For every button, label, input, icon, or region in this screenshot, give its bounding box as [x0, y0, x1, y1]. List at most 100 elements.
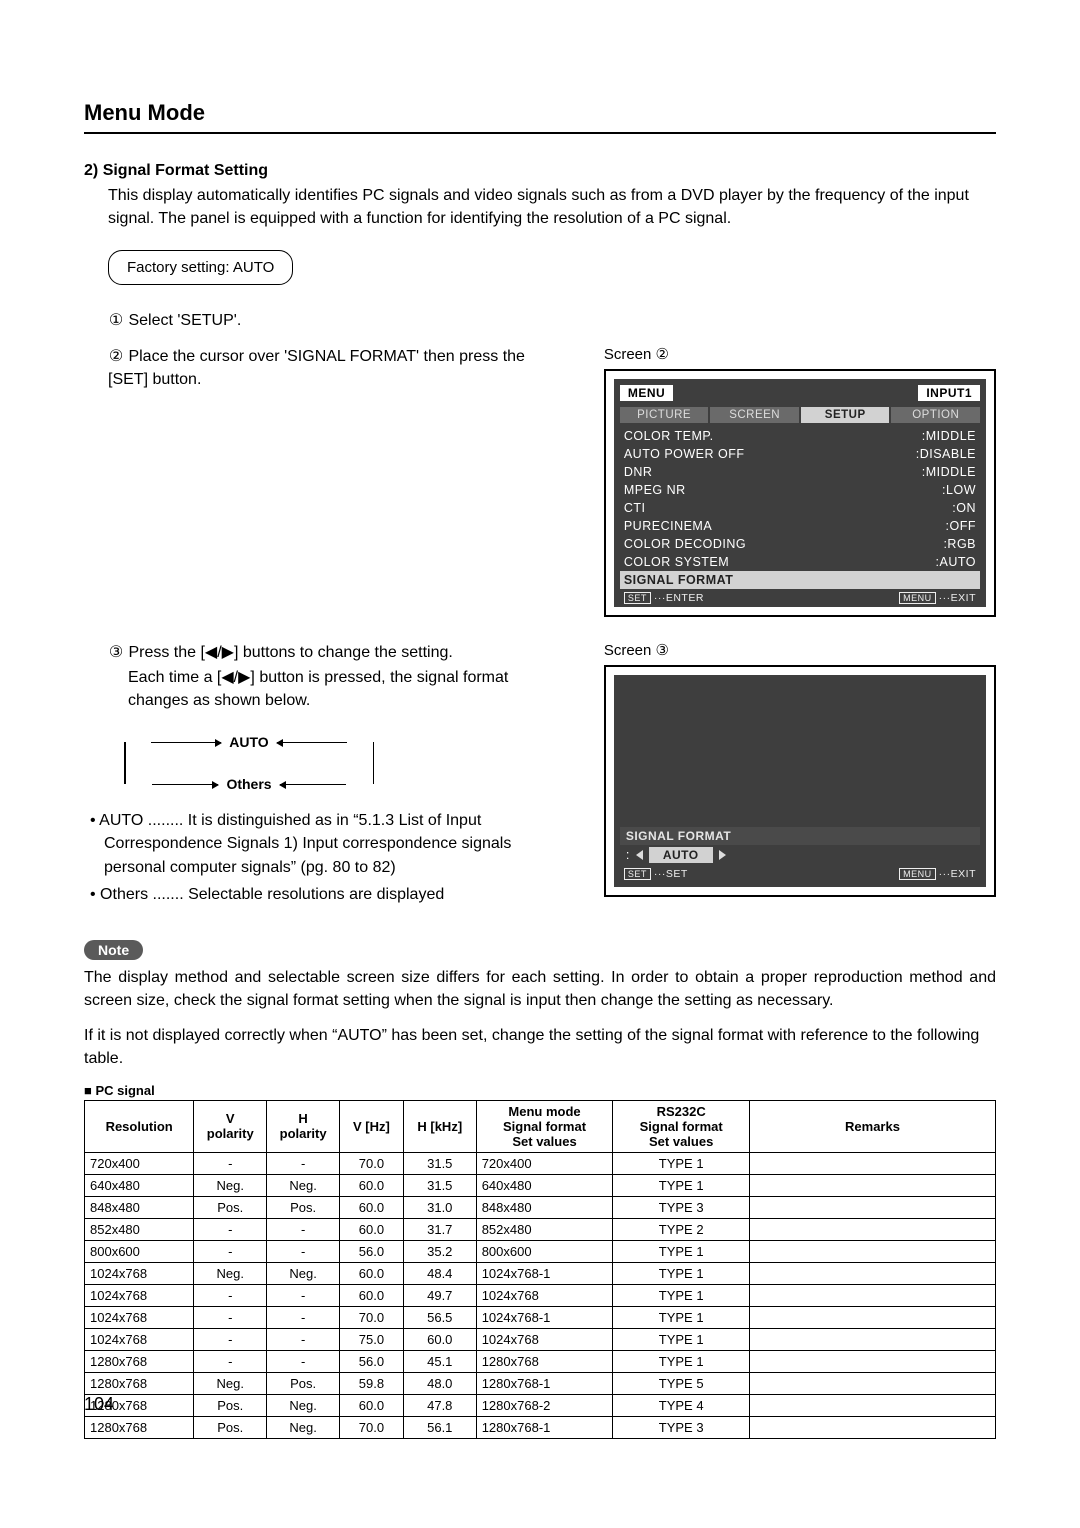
- osd-tab-screen: SCREEN: [710, 407, 799, 423]
- table-cell: -: [267, 1240, 340, 1262]
- table-cell: 852x480: [85, 1218, 194, 1240]
- th-resolution: Resolution: [85, 1100, 194, 1152]
- table-cell: [749, 1152, 995, 1174]
- table-cell: Pos.: [194, 1196, 267, 1218]
- osd-row-key: MPEG NR: [624, 483, 686, 497]
- table-cell: 1024x768: [85, 1328, 194, 1350]
- th-hpolarity: Hpolarity: [267, 1100, 340, 1152]
- others-label: Others: [100, 886, 148, 903]
- table-cell: 60.0: [340, 1394, 404, 1416]
- table-cell: 60.0: [340, 1196, 404, 1218]
- table-cell: [749, 1240, 995, 1262]
- table-cell: [749, 1372, 995, 1394]
- osd-row-val: :LOW: [942, 483, 976, 497]
- osd-row-key: CTI: [624, 501, 646, 515]
- th-menu: Menu modeSignal formatSet values: [476, 1100, 613, 1152]
- note-pill: Note: [84, 940, 143, 960]
- table-cell: -: [267, 1306, 340, 1328]
- table-cell: Neg.: [194, 1174, 267, 1196]
- osd-screen-2: MENU INPUT1 PICTURE SCREEN SETUP OPTION …: [604, 369, 996, 617]
- table-cell: 1024x768: [476, 1284, 613, 1306]
- table-cell: 48.4: [403, 1262, 476, 1284]
- note-p1: The display method and selectable screen…: [84, 966, 996, 1012]
- table-cell: [749, 1350, 995, 1372]
- table-cell: 1024x768-1: [476, 1262, 613, 1284]
- osd-tab-picture: PICTURE: [620, 407, 709, 423]
- section-heading: 2) Signal Format Setting: [84, 162, 996, 180]
- cycle-others-label: Others: [226, 776, 271, 792]
- table-cell: -: [194, 1240, 267, 1262]
- table-cell: 1280x768: [85, 1416, 194, 1438]
- osd-row-key: COLOR SYSTEM: [624, 555, 729, 569]
- triangle-right-icon: [719, 850, 726, 860]
- circled-3-icon: ③: [108, 641, 124, 664]
- osd-foot-right: MENU···EXIT: [899, 592, 976, 604]
- table-cell: 59.8: [340, 1372, 404, 1394]
- osd3-foot-left: SET···SET: [624, 868, 688, 880]
- osd-screen-3: SIGNAL FORMAT : AUTO SET···SET MENU···EX…: [604, 665, 996, 897]
- table-cell: -: [194, 1152, 267, 1174]
- table-cell: TYPE 1: [613, 1284, 750, 1306]
- section-number: 2): [84, 162, 98, 179]
- osd-tab-option: OPTION: [891, 407, 980, 423]
- osd-tabs: PICTURE SCREEN SETUP OPTION: [620, 407, 980, 423]
- note-p2: If it is not displayed correctly when “A…: [84, 1024, 996, 1070]
- table-cell: 31.5: [403, 1174, 476, 1196]
- table-cell: TYPE 1: [613, 1174, 750, 1196]
- th-vpolarity: Vpolarity: [194, 1100, 267, 1152]
- osd-row-key: COLOR DECODING: [624, 537, 746, 551]
- table-cell: -: [267, 1350, 340, 1372]
- table-cell: 1280x768: [476, 1350, 613, 1372]
- table-cell: 31.0: [403, 1196, 476, 1218]
- table-cell: 60.0: [340, 1262, 404, 1284]
- table-cell: 31.5: [403, 1152, 476, 1174]
- table-cell: Pos.: [194, 1416, 267, 1438]
- table-cell: [749, 1218, 995, 1240]
- step-2-text: Place the cursor over 'SIGNAL FORMAT' th…: [108, 348, 525, 388]
- table-cell: 70.0: [340, 1416, 404, 1438]
- section-name: Signal Format Setting: [103, 162, 268, 179]
- osd3-value: AUTO: [649, 847, 713, 863]
- table-row: 1024x768--75.060.01024x768TYPE 1: [85, 1328, 996, 1350]
- osd-row: COLOR TEMP.:MIDDLE: [620, 427, 980, 445]
- factory-setting-pill: Factory setting: AUTO: [108, 250, 293, 285]
- table-row: 720x400--70.031.5720x400TYPE 1: [85, 1152, 996, 1174]
- table-cell: 1024x768: [476, 1328, 613, 1350]
- table-cell: 75.0: [340, 1328, 404, 1350]
- table-cell: 720x400: [476, 1152, 613, 1174]
- table-cell: 1280x768-1: [476, 1372, 613, 1394]
- table-cell: 60.0: [340, 1284, 404, 1306]
- table-cell: -: [267, 1328, 340, 1350]
- table-cell: [749, 1284, 995, 1306]
- pc-signal-table: Resolution Vpolarity Hpolarity V [Hz] H …: [84, 1100, 996, 1439]
- intro-text: This display automatically identifies PC…: [108, 184, 996, 230]
- table-cell: Neg.: [267, 1416, 340, 1438]
- circled-2-icon: ②: [108, 345, 124, 368]
- table-cell: Pos.: [267, 1372, 340, 1394]
- table-cell: Neg.: [267, 1174, 340, 1196]
- table-cell: 1024x768-1: [476, 1306, 613, 1328]
- osd-row: COLOR SYSTEM :AUTO: [620, 553, 980, 571]
- table-cell: Neg.: [267, 1262, 340, 1284]
- cycle-auto-label: AUTO: [229, 734, 268, 750]
- table-cell: 720x400: [85, 1152, 194, 1174]
- osd3-colon: :: [626, 848, 630, 862]
- step-3: ③ Press the [◀/▶] buttons to change the …: [108, 641, 568, 664]
- table-cell: 56.0: [340, 1350, 404, 1372]
- osd-row-val: :AUTO: [936, 555, 976, 569]
- table-cell: 1024x768: [85, 1284, 194, 1306]
- table-cell: TYPE 2: [613, 1218, 750, 1240]
- step-2: ② Place the cursor over 'SIGNAL FORMAT' …: [108, 345, 568, 391]
- step-1-text: Select 'SETUP'.: [128, 312, 241, 329]
- osd-row-key: COLOR TEMP.: [624, 429, 714, 443]
- table-cell: 56.5: [403, 1306, 476, 1328]
- osd-row-val: :RGB: [943, 537, 976, 551]
- table-cell: 1024x768: [85, 1262, 194, 1284]
- table-row: 1280x768--56.045.11280x768TYPE 1: [85, 1350, 996, 1372]
- table-cell: 852x480: [476, 1218, 613, 1240]
- osd-row: COLOR DECODING :RGB: [620, 535, 980, 553]
- table-cell: TYPE 5: [613, 1372, 750, 1394]
- table-cell: 70.0: [340, 1306, 404, 1328]
- table-cell: 60.0: [403, 1328, 476, 1350]
- osd-row: MPEG NR :LOW: [620, 481, 980, 499]
